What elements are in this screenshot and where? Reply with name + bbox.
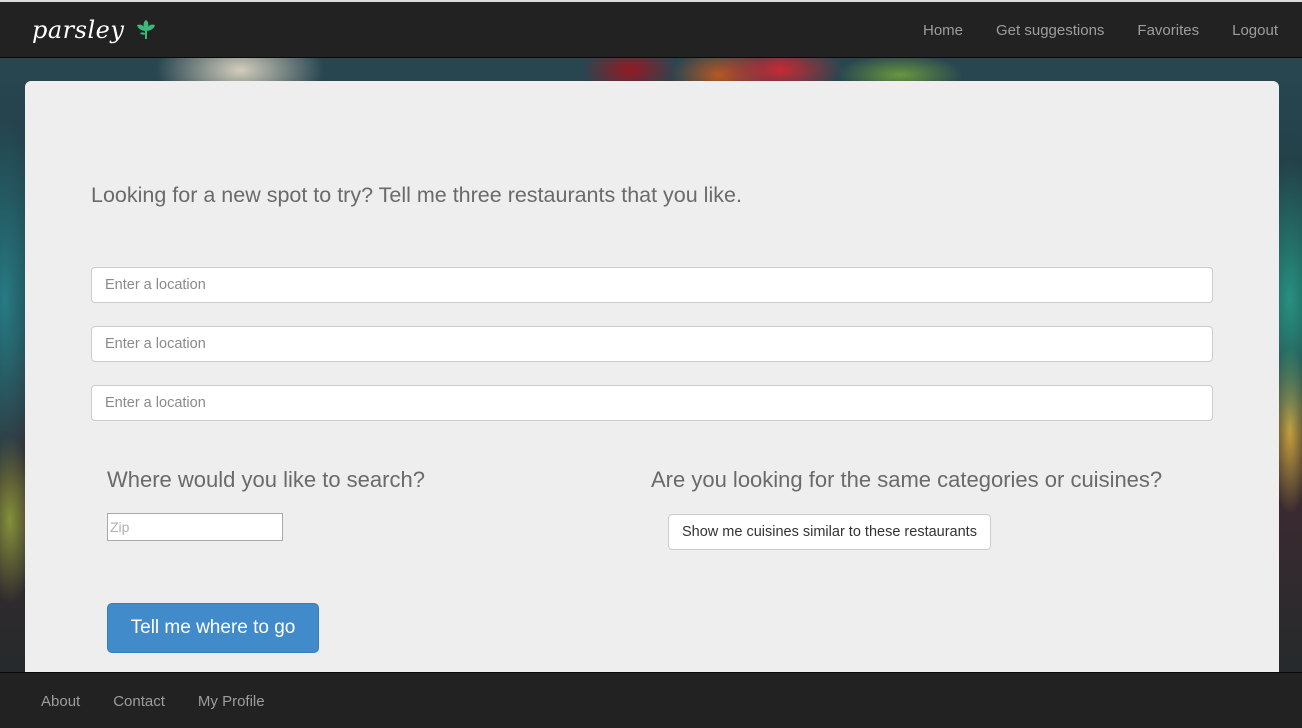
- footer-about[interactable]: About: [41, 693, 80, 710]
- restaurant-input-1[interactable]: [91, 267, 1213, 303]
- zip-input[interactable]: [107, 513, 283, 541]
- search-area-heading: Where would you like to search?: [107, 467, 425, 492]
- similar-cuisines-button[interactable]: Show me cuisines similar to these restau…: [668, 514, 991, 550]
- nav-logout[interactable]: Logout: [1232, 22, 1278, 39]
- prompt-heading: Looking for a new spot to try? Tell me t…: [91, 183, 742, 207]
- cuisine-heading: Are you looking for the same categories …: [651, 467, 1163, 492]
- tell-me-where-to-go-button[interactable]: Tell me where to go: [107, 603, 319, 653]
- restaurant-input-3[interactable]: [91, 385, 1213, 421]
- footer-navbar: About Contact My Profile: [0, 672, 1302, 728]
- brand-logo[interactable]: parsley: [32, 14, 158, 46]
- footer-contact[interactable]: Contact: [113, 693, 165, 710]
- nav-get-suggestions[interactable]: Get suggestions: [996, 22, 1104, 39]
- main-panel: Looking for a new spot to try? Tell me t…: [25, 81, 1279, 681]
- footer-my-profile[interactable]: My Profile: [198, 693, 265, 710]
- brand-name: parsley: [32, 16, 125, 44]
- restaurant-input-2[interactable]: [91, 326, 1213, 362]
- footer-links: About Contact My Profile: [41, 673, 298, 728]
- nav-favorites[interactable]: Favorites: [1137, 22, 1199, 39]
- parsley-leaf-icon: [137, 20, 156, 39]
- nav-home[interactable]: Home: [923, 22, 963, 39]
- nav-links: Home Get suggestions Favorites Logout: [890, 2, 1278, 58]
- top-navbar: parsley Home Get suggestions Favorites L…: [0, 2, 1302, 58]
